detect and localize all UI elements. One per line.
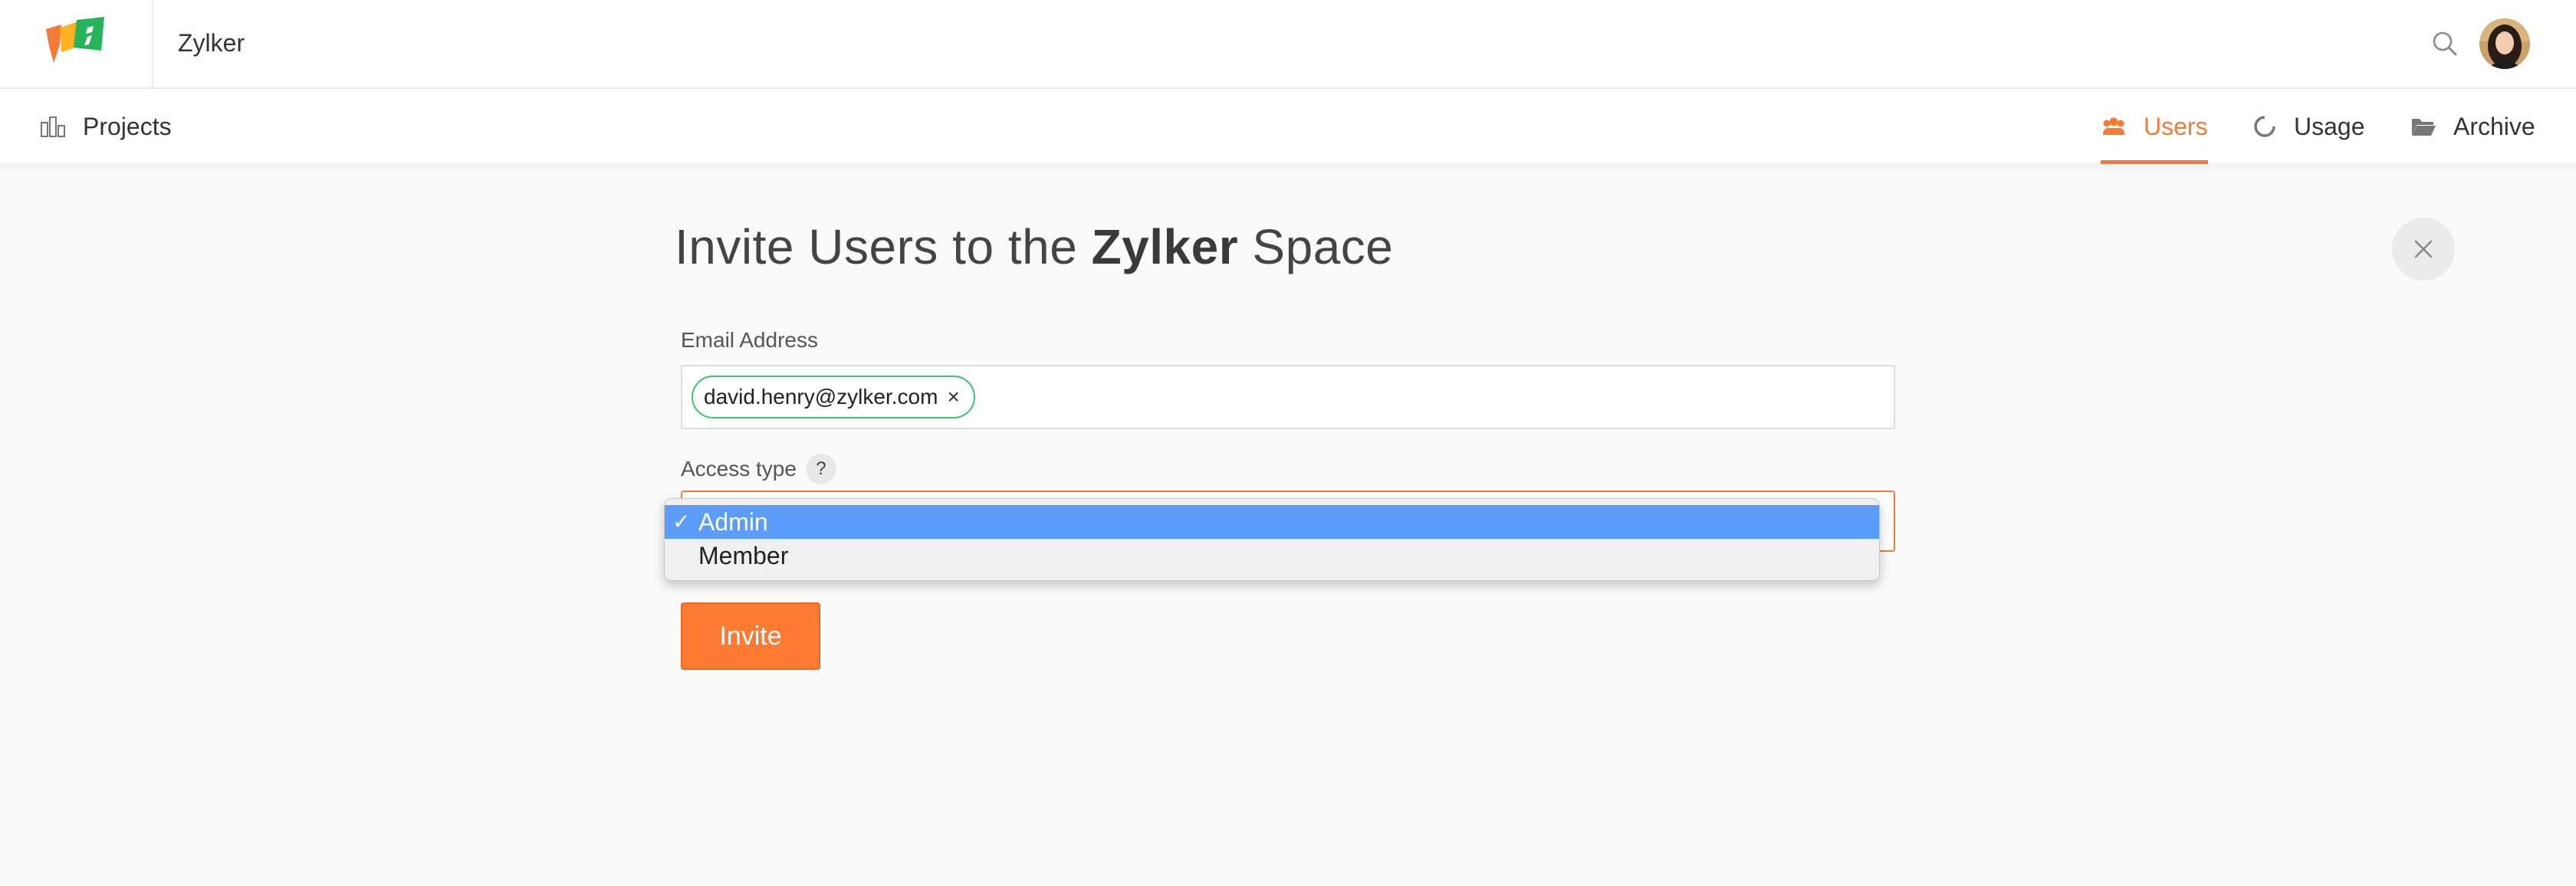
email-address-label: Email Address (681, 328, 818, 352)
org-name[interactable]: Zylker (178, 28, 245, 58)
nav-users[interactable]: Users (2101, 89, 2208, 164)
nav-projects-label: Projects (83, 112, 172, 140)
page-title-prefix: Invite Users to the (675, 219, 1092, 274)
nav-projects[interactable]: Projects (40, 89, 172, 164)
close-icon (2414, 240, 2433, 258)
access-option-label: Member (698, 542, 789, 569)
access-option-member[interactable]: Member (665, 539, 1879, 573)
folder-icon (2412, 119, 2436, 136)
access-type-dropdown: ✓ Admin Member (664, 498, 1880, 581)
help-icon[interactable]: ? (805, 454, 836, 484)
access-option-admin[interactable]: ✓ Admin (665, 505, 1879, 539)
avatar-image-icon (2479, 18, 2530, 69)
projects-icon (41, 116, 65, 137)
nav-archive[interactable]: Archive (2410, 89, 2535, 164)
nav-users-label: Users (2144, 112, 2208, 140)
page-title-space-name: Zylker (1091, 219, 1239, 274)
chip-remove-icon[interactable]: × (947, 386, 959, 408)
logo-cell (0, 0, 153, 89)
close-button[interactable] (2392, 218, 2455, 281)
nav-archive-label: Archive (2453, 112, 2535, 140)
page-title-suffix: Space (1238, 219, 1394, 274)
invite-button[interactable]: Invite (681, 602, 820, 670)
user-avatar[interactable] (2479, 18, 2530, 69)
email-chip-text: david.henry@zylker.com (704, 385, 938, 409)
zylker-logo-icon[interactable] (44, 17, 109, 67)
page-title: Invite Users to the Zylker Space (675, 216, 1393, 277)
usage-icon (2254, 116, 2275, 137)
nav-usage[interactable]: Usage (2252, 89, 2365, 164)
access-type-label-row: Access type ? (681, 454, 836, 484)
top-bar: Zylker (0, 0, 2576, 89)
access-type-label: Access type (681, 457, 797, 481)
main-content: Invite Users to the Zylker Space Email A… (0, 164, 2576, 886)
access-option-label: Admin (698, 508, 768, 536)
email-field[interactable]: david.henry@zylker.com × (681, 365, 1895, 429)
email-chip[interactable]: david.henry@zylker.com × (692, 376, 975, 418)
search-icon[interactable] (2430, 29, 2459, 58)
email-input[interactable] (974, 377, 1878, 417)
nav-usage-label: Usage (2294, 112, 2365, 140)
nav-bar: Projects Users Usage Archive (0, 89, 2576, 164)
users-icon (2103, 117, 2124, 135)
check-icon: ✓ (672, 510, 691, 533)
